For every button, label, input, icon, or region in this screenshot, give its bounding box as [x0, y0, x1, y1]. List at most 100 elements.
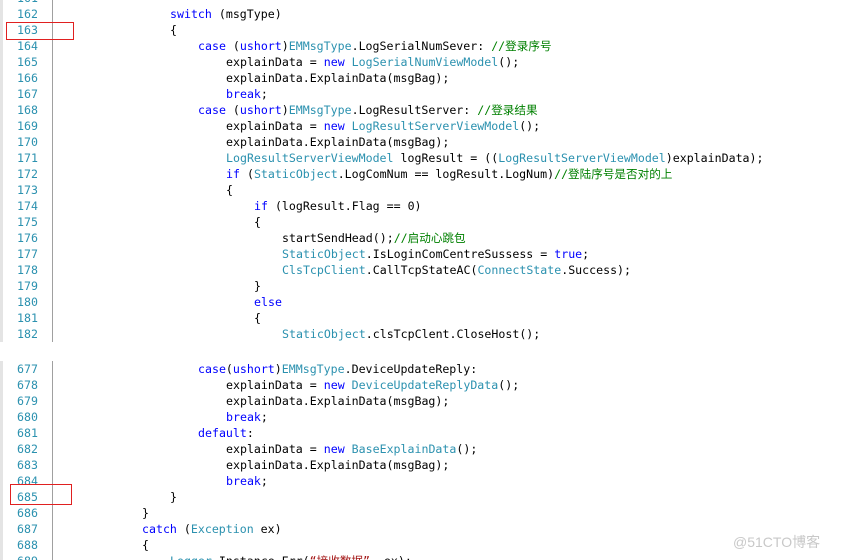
code-line[interactable]: 682 explainData = new BaseExplainData();: [0, 441, 841, 457]
code-token: ();: [498, 378, 520, 392]
code-line[interactable]: 174 if (logResult.Flag == 0): [0, 198, 841, 214]
code-line[interactable]: 180 else: [0, 294, 841, 310]
code-line[interactable]: 173 {: [0, 182, 841, 198]
code-line[interactable]: 172 if (StaticObject.LogComNum == logResu…: [0, 166, 841, 182]
type-token: EMMsgType: [288, 103, 352, 117]
code-token: }: [254, 279, 261, 293]
code-token: explainData =: [226, 442, 324, 456]
keyword-token: true: [554, 247, 583, 261]
type-token: StaticObject: [282, 247, 366, 261]
code-line[interactable]: 168 case (ushort)EMMsgType.LogResultServe…: [0, 102, 841, 118]
code-token: .Success);: [561, 263, 632, 277]
line-number: 167: [17, 87, 38, 101]
keyword-token: case: [198, 103, 226, 117]
code-text: explainData.ExplainData(msgBag);: [226, 134, 449, 150]
keyword-token: switch: [170, 7, 212, 21]
code-token: (: [225, 103, 240, 117]
highlight-box-line-163: [6, 22, 74, 40]
code-text: {: [142, 537, 149, 553]
keyword-token: break: [226, 410, 261, 424]
code-text: if (StaticObject.LogComNum == logResult.…: [226, 166, 672, 182]
code-line[interactable]: 683 explainData.ExplainData(msgBag);: [0, 457, 841, 473]
code-text: {: [170, 22, 177, 38]
code-line[interactable]: 181 {: [0, 310, 841, 326]
keyword-token: break: [226, 474, 261, 488]
line-number: 180: [17, 295, 38, 309]
code-line[interactable]: 688 {: [0, 537, 841, 553]
keyword-token: ushort: [232, 362, 275, 376]
code-line[interactable]: 689 Logger.Instance.Err(“接收数据”, ex);: [0, 553, 841, 560]
keyword-token: new: [323, 55, 345, 69]
code-line[interactable]: 677 case(ushort)EMMsgType.DeviceUpdateRep…: [0, 361, 841, 377]
type-token: BaseExplainData: [351, 442, 457, 456]
code-text: {: [254, 214, 261, 230]
code-token: )explainData);: [665, 151, 764, 165]
code-token: {: [142, 538, 149, 552]
code-line[interactable]: 685}: [0, 489, 841, 505]
type-token: ClsTcpClient: [282, 263, 366, 277]
code-line[interactable]: 177 StaticObject.IsLoginComCentreSussess …: [0, 246, 841, 262]
code-token: ;: [260, 410, 268, 424]
code-line[interactable]: 680 break;: [0, 409, 841, 425]
line-number: 682: [17, 442, 38, 456]
code-token: ;: [582, 247, 590, 261]
code-line[interactable]: 176 startSendHead();//启动心跳包: [0, 230, 841, 246]
code-token: ): [281, 103, 289, 117]
code-line[interactable]: 164 case (ushort)EMMsgType.LogSerialNumSe…: [0, 38, 841, 54]
code-text: Logger.Instance.Err(“接收数据”, ex);: [170, 553, 412, 560]
code-line[interactable]: 175 {: [0, 214, 841, 230]
code-line[interactable]: 684 break;: [0, 473, 841, 489]
code-line[interactable]: 163{: [0, 22, 841, 38]
code-line[interactable]: 171 LogResultServerViewModel logResult = …: [0, 150, 841, 166]
code-line[interactable]: 162 switch (msgType): [0, 6, 841, 22]
code-text: }: [254, 278, 261, 294]
line-number: 677: [17, 362, 38, 376]
code-token: .CallTcpStateAC(: [365, 263, 478, 277]
keyword-token: case: [198, 362, 226, 376]
code-line[interactable]: 178 ClsTcpClient.CallTcpStateAC(ConnectSt…: [0, 262, 841, 278]
code-token: ();: [456, 442, 478, 456]
code-text: explainData.ExplainData(msgBag);: [226, 457, 449, 473]
code-line[interactable]: 167 break;: [0, 86, 841, 102]
line-number: 678: [17, 378, 38, 392]
comment-token: //启动心跳包: [393, 231, 466, 245]
code-text: {: [226, 182, 233, 198]
code-line[interactable]: 182 StaticObject.clsTcpClent.CloseHost();: [0, 326, 841, 342]
code-text: break;: [226, 409, 268, 425]
code-line[interactable]: 681 default:: [0, 425, 841, 441]
code-token: {: [254, 311, 261, 325]
code-token: ex): [253, 522, 282, 536]
comment-token: //登录序号: [491, 39, 552, 53]
code-text: ClsTcpClient.CallTcpStateAC(ConnectState…: [282, 262, 631, 278]
line-number: 169: [17, 119, 38, 133]
line-number: 173: [17, 183, 38, 197]
code-line[interactable]: 687 catch (Exception ex): [0, 521, 841, 537]
code-line[interactable]: 165 explainData = new LogSerialNumViewMod…: [0, 54, 841, 70]
code-line[interactable]: 179}: [0, 278, 841, 294]
line-number: 687: [17, 522, 38, 536]
code-line[interactable]: 686}: [0, 505, 841, 521]
line-number: 164: [17, 39, 38, 53]
code-line[interactable]: 678 explainData = new DeviceUpdateReplyDa…: [0, 377, 841, 393]
code-token: ): [274, 362, 282, 376]
line-number: 165: [17, 55, 38, 69]
keyword-token: new: [323, 378, 345, 392]
type-token: LogSerialNumViewModel: [351, 55, 499, 69]
code-line[interactable]: 166 explainData.ExplainData(msgBag);: [0, 70, 841, 86]
line-number: 683: [17, 458, 38, 472]
keyword-token: if: [226, 167, 240, 181]
code-text: case(ushort)EMMsgType.DeviceUpdateReply:: [198, 361, 477, 377]
code-token: explainData.ExplainData(msgBag);: [226, 135, 450, 149]
code-text: explainData = new LogResultServerViewMod…: [226, 118, 540, 134]
code-token: ): [281, 39, 289, 53]
code-line[interactable]: 679 explainData.ExplainData(msgBag);: [0, 393, 841, 409]
line-number: 172: [17, 167, 38, 181]
line-number: 182: [17, 327, 38, 341]
keyword-token: ushort: [239, 103, 282, 117]
code-text: StaticObject.clsTcpClent.CloseHost();: [282, 326, 540, 342]
code-line[interactable]: 169 explainData = new LogResultServerView…: [0, 118, 841, 134]
code-line[interactable]: 170 explainData.ExplainData(msgBag);: [0, 134, 841, 150]
line-number: 175: [17, 215, 38, 229]
type-token: LogResultServerViewModel: [351, 119, 520, 133]
code-text: explainData = new DeviceUpdateReplyData(…: [226, 377, 519, 393]
